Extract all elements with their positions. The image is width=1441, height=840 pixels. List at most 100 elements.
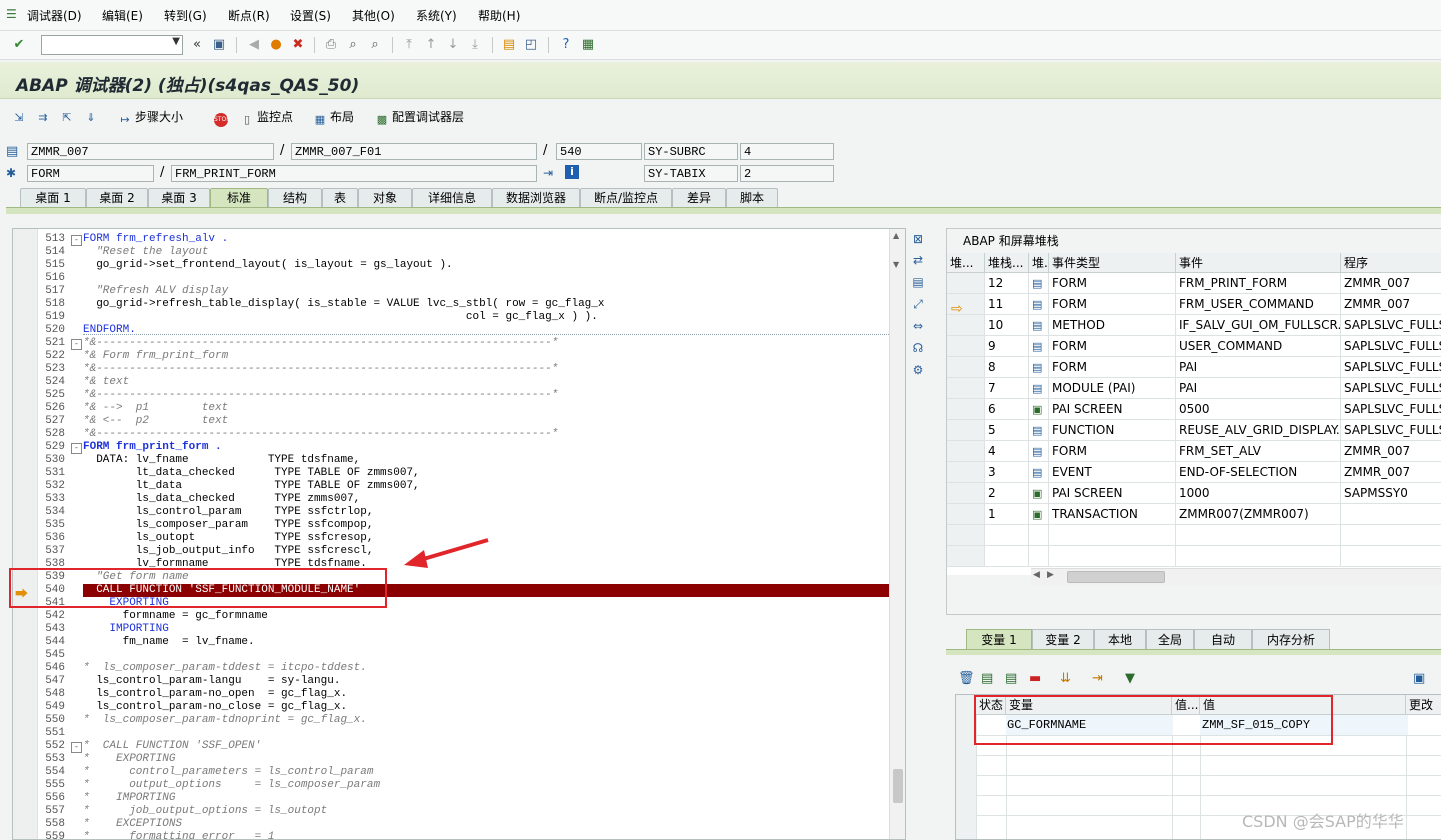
stop-button[interactable]: STOP: [214, 108, 231, 127]
layout-button[interactable]: ▦ 布局: [313, 108, 354, 127]
line-number[interactable]: 532: [39, 480, 65, 493]
line-number[interactable]: 521: [39, 337, 65, 350]
navigate-icon[interactable]: ⇥: [543, 166, 553, 180]
watchpoint-button[interactable]: ▯ 监控点: [240, 108, 293, 127]
stack-col-header[interactable]: 程序: [1341, 253, 1441, 273]
dropdown-icon[interactable]: ▼: [172, 36, 180, 47]
first-page-icon[interactable]: ⤒: [400, 36, 418, 54]
menu-help[interactable]: 帮助(H): [478, 7, 520, 24]
tab-desktop-2[interactable]: 桌面 2: [86, 188, 148, 208]
stack-row[interactable]: 8▤FORMPAISAPLSLVC_FULLSC: [947, 357, 1441, 378]
stack-row[interactable]: 2 ▣ PAI SCREEN 1000 SAPMSSY0: [947, 483, 1441, 504]
tab-variables-2[interactable]: 变量 2: [1032, 629, 1094, 650]
menu-goto[interactable]: 转到(G): [164, 7, 207, 24]
export-icon[interactable]: ▤: [1005, 671, 1017, 686]
tab-structures[interactable]: 结构: [268, 188, 322, 208]
menu-edit[interactable]: 编辑(E): [102, 7, 143, 24]
fold-toggle-icon[interactable]: -: [71, 235, 82, 246]
line-number[interactable]: 545: [39, 649, 65, 662]
line-number[interactable]: 548: [39, 688, 65, 701]
swap-icon[interactable]: ⇔: [909, 318, 927, 335]
last-page-icon[interactable]: ⤓: [466, 36, 484, 54]
line-number[interactable]: 559: [39, 831, 65, 839]
print-icon[interactable]: ⎙: [322, 36, 340, 54]
stack-col-header[interactable]: 堆...: [1029, 253, 1049, 273]
back-icon[interactable]: ◀: [245, 36, 263, 54]
stack-col-header[interactable]: 堆...: [947, 253, 985, 273]
line-number[interactable]: 527: [39, 415, 65, 428]
line-number[interactable]: 518: [39, 298, 65, 311]
line-number[interactable]: 536: [39, 532, 65, 545]
find-icon[interactable]: ⌕: [344, 36, 362, 54]
new-session-icon[interactable]: ▤: [500, 36, 518, 54]
line-number[interactable]: 517: [39, 285, 65, 298]
config-layers-button[interactable]: ▩ 配置调试器层: [375, 108, 464, 127]
tab-desktop-3[interactable]: 桌面 3: [148, 188, 210, 208]
info-icon[interactable]: i: [565, 165, 579, 179]
scroll-down-icon[interactable]: ▼: [893, 260, 899, 269]
line-number[interactable]: 555: [39, 779, 65, 792]
line-number[interactable]: 543: [39, 623, 65, 636]
help-icon[interactable]: ?: [557, 36, 575, 54]
stack-row[interactable]: 11 ▤ FORM FRM_USER_COMMAND ZMMR_007: [947, 294, 1441, 315]
line-number[interactable]: 544: [39, 636, 65, 649]
tab-memory-analysis[interactable]: 内存分析: [1252, 629, 1330, 650]
step-size-button[interactable]: ↦ 步骤大小: [118, 108, 183, 127]
delete-icon[interactable]: 🗑: [958, 671, 975, 686]
next-page-icon[interactable]: ↓: [444, 36, 462, 54]
line-number[interactable]: 550: [39, 714, 65, 727]
check-icon[interactable]: ✔: [10, 36, 28, 54]
line-number[interactable]: 525: [39, 389, 65, 402]
tab-desktop-1[interactable]: 桌面 1: [20, 188, 86, 208]
command-field[interactable]: ▼: [41, 35, 183, 55]
tab-globals[interactable]: 全局: [1146, 629, 1194, 650]
line-number[interactable]: 554: [39, 766, 65, 779]
return-button[interactable]: ⇱: [60, 108, 77, 125]
stack-row[interactable]: 7▤MODULE (PAI)PAISAPLSLVC_FULLSC: [947, 378, 1441, 399]
line-number[interactable]: 535: [39, 519, 65, 532]
stack-row[interactable]: 4 ▤ FORM FRM_SET_ALV ZMMR_007: [947, 441, 1441, 462]
line-number[interactable]: 519: [39, 311, 65, 324]
replace-tool-icon[interactable]: ⇄: [909, 252, 927, 269]
menu-system[interactable]: 系统(Y): [416, 7, 457, 24]
tab-locals[interactable]: 本地: [1094, 629, 1146, 650]
line-number[interactable]: 558: [39, 818, 65, 831]
line-number[interactable]: 557: [39, 805, 65, 818]
fold-toggle-icon[interactable]: -: [71, 742, 82, 753]
line-number[interactable]: 546: [39, 662, 65, 675]
line-number[interactable]: 514: [39, 246, 65, 259]
line-number[interactable]: 524: [39, 376, 65, 389]
tab-data-browser[interactable]: 数据浏览器: [492, 188, 580, 208]
fold-toggle-icon[interactable]: -: [71, 443, 82, 454]
stack-row[interactable]: 9▤FORMUSER_COMMANDSAPLSLVC_FULLSC: [947, 336, 1441, 357]
transfer-icon[interactable]: ⇥: [1092, 671, 1103, 686]
stack-row[interactable]: 3 ▤ EVENT END-OF-SELECTION ZMMR_007: [947, 462, 1441, 483]
continue-button[interactable]: ⇓: [84, 108, 101, 125]
stack-row[interactable]: 6▣PAI SCREEN0500SAPLSLVC_FULLSC: [947, 399, 1441, 420]
menu-debugger[interactable]: 调试器(D): [27, 7, 82, 24]
line-number[interactable]: 526: [39, 402, 65, 415]
tab-details[interactable]: 详细信息: [412, 188, 492, 208]
var-col-header-change[interactable]: 更改: [1406, 695, 1441, 715]
line-number[interactable]: 552: [39, 740, 65, 753]
tab-breakpoints[interactable]: 断点/监控点: [580, 188, 672, 208]
menu-breakpoints[interactable]: 断点(R): [228, 7, 270, 24]
tab-script[interactable]: 脚本: [726, 188, 778, 208]
stack-h-scrollbar[interactable]: ◀ ▶: [1031, 568, 1441, 585]
line-number[interactable]: 551: [39, 727, 65, 740]
menu-settings[interactable]: 设置(S): [290, 7, 331, 24]
line-number[interactable]: 515: [39, 259, 65, 272]
line-number[interactable]: 537: [39, 545, 65, 558]
h-scroll-thumb[interactable]: [1067, 571, 1165, 583]
find-next-icon[interactable]: ⌕: [366, 36, 384, 54]
app-menu-icon[interactable]: ☰: [6, 7, 18, 21]
line-number[interactable]: 530: [39, 454, 65, 467]
stack-row[interactable]: 12 ▤ FORM FRM_PRINT_FORM ZMMR_007: [947, 273, 1441, 294]
save-icon[interactable]: ▣: [210, 36, 228, 54]
line-number[interactable]: 534: [39, 506, 65, 519]
expand-icon[interactable]: ⇊: [1060, 671, 1071, 686]
exit-icon[interactable]: ●: [267, 36, 285, 54]
stack-row[interactable]: 1 ▣ TRANSACTION ZMMR007(ZMMR007): [947, 504, 1441, 525]
line-number[interactable]: 547: [39, 675, 65, 688]
line-number[interactable]: 528: [39, 428, 65, 441]
